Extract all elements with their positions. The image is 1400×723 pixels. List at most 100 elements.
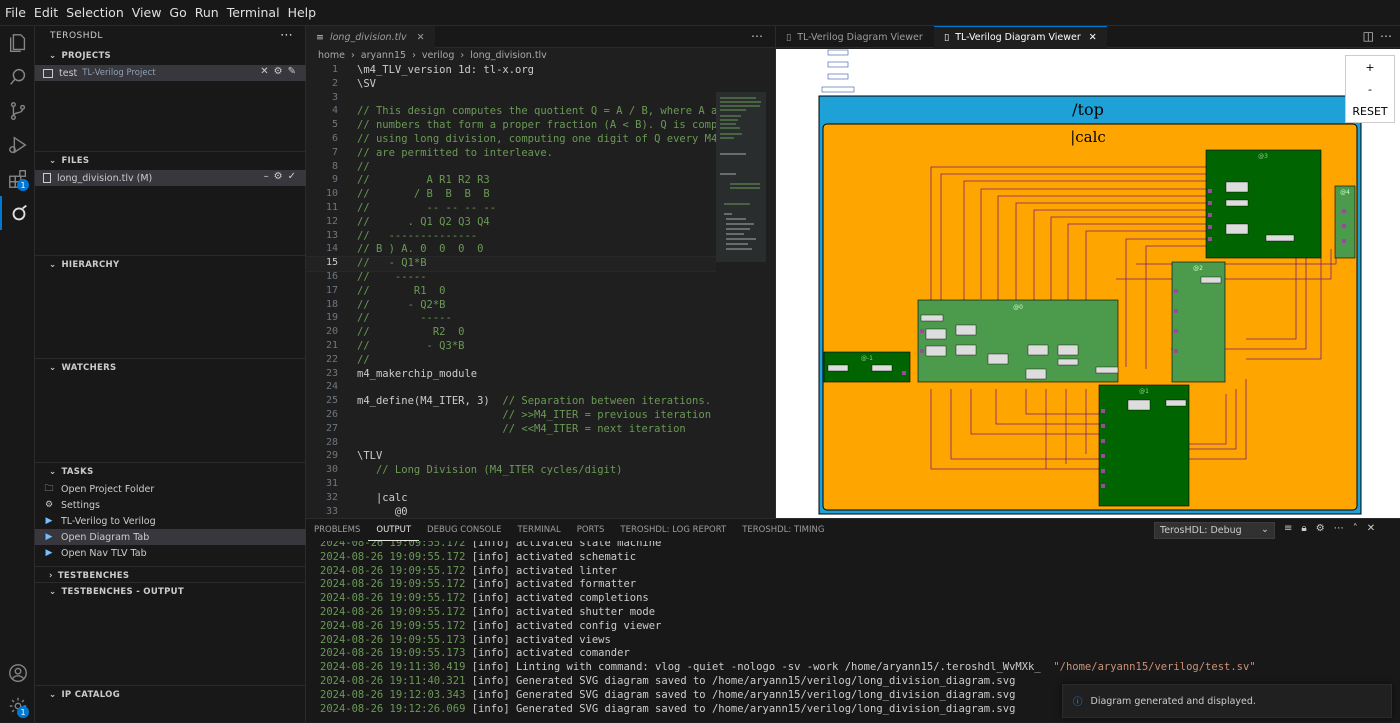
zoom-in-button[interactable]: + (1346, 56, 1394, 78)
log-line: 2024-08-26 19:09:55.173 [info] activated… (320, 634, 611, 648)
line-number: 9 (331, 174, 338, 186)
ip-catalog-header[interactable]: ⌄ IP CATALOG (35, 686, 306, 704)
panel-tab[interactable]: DEBUG CONSOLE (419, 519, 509, 541)
breadcrumb-item[interactable]: long_division.tlv (470, 50, 547, 61)
files-header[interactable]: ⌄ FILES (35, 152, 306, 170)
gear-icon[interactable]: ⚙ (274, 171, 283, 182)
viewer-more-icon[interactable]: ⋯ (1380, 29, 1392, 43)
diagram-canvas[interactable]: /top |calc @-1 @0 @1 @2 @3 @4 + - RESET (776, 49, 1400, 518)
close-icon[interactable]: ✕ (1089, 32, 1097, 43)
extensions-icon[interactable]: 1 (0, 162, 35, 196)
panel-tab[interactable]: PROBLEMS (306, 519, 368, 541)
gear-icon[interactable]: ⚙ (274, 66, 283, 77)
tasks-header[interactable]: ⌄ TASKS (35, 463, 306, 481)
svg-text:@1: @1 (1139, 388, 1149, 395)
menu-item[interactable]: View (131, 5, 169, 20)
log-line: 2024-08-26 19:11:30.419 [info] Linting w… (320, 661, 1256, 675)
menu-item[interactable]: Go (168, 5, 193, 20)
clear-output-icon[interactable]: ≡ (1284, 523, 1292, 534)
task-open-project-folder[interactable]: 🗀 Open Project Folder (35, 481, 306, 497)
panel-tab[interactable]: TEROSHDL: TIMING (734, 519, 832, 541)
breadcrumb-item[interactable]: verilog (422, 50, 455, 61)
task-tlverilog-to-verilog[interactable]: ▶ TL-Verilog to Verilog (35, 513, 306, 529)
reset-button[interactable]: RESET (1346, 100, 1394, 122)
manage-gear-icon[interactable]: 1 (0, 689, 35, 723)
line-number: 12 (325, 215, 338, 227)
run-debug-icon[interactable] (0, 128, 35, 162)
notification-toast[interactable]: ⓘ Diagram generated and displayed. (1062, 684, 1392, 718)
line-number: 25 (325, 395, 338, 407)
menu-item[interactable]: Terminal (226, 5, 287, 20)
line-number: 28 (325, 436, 338, 448)
close-panel-icon[interactable]: ✕ (1367, 523, 1375, 534)
line-code: // using long division, computing one di… (357, 133, 716, 145)
teroshdl-sidebar: TEROSHDL ⋯ ⌄ PROJECTS test TL-Verilog Pro… (35, 26, 306, 722)
log-message: [info] activated formatter (471, 578, 637, 591)
editor-more-icon[interactable]: ⋯ (751, 29, 763, 43)
line-number: 17 (325, 284, 338, 296)
line-code: // ----- (357, 271, 427, 283)
remove-icon[interactable]: – (264, 171, 269, 182)
code-line: 29 \TLV (306, 450, 716, 464)
svg-text:@-1: @-1 (861, 355, 873, 362)
lock-icon[interactable]: 🔒︎ (1301, 523, 1306, 534)
code-line: 28 (306, 437, 716, 451)
watchers-header[interactable]: ⌄ WATCHERS (35, 359, 306, 377)
search-icon[interactable] (0, 60, 35, 94)
hierarchy-header[interactable]: ⌄ HIERARCHY (35, 256, 306, 274)
edit-icon[interactable]: ✎ (288, 66, 296, 77)
log-line: 2024-08-26 19:09:55.172 [info] activated… (320, 592, 649, 606)
tab-diagram-viewer-1[interactable]: ▯ TL-Verilog Diagram Viewer (776, 26, 933, 48)
more-icon[interactable]: ⋯ (1334, 523, 1344, 534)
zoom-out-button[interactable]: - (1346, 78, 1394, 100)
menu-item[interactable]: Help (287, 5, 324, 20)
code-line: 19 // ----- (306, 312, 716, 326)
line-number: 27 (325, 422, 338, 434)
code-line: 1 \m4_TLV_version 1d: tl-x.org (306, 64, 716, 78)
projects-header[interactable]: ⌄ PROJECTS (35, 47, 306, 65)
line-number: 6 (331, 133, 338, 144)
testbenches-output-header[interactable]: ⌄ TESTBENCHES - OUTPUT (35, 583, 306, 601)
output-channel-select[interactable]: TerosHDL: Debug ⌄ (1154, 522, 1275, 539)
code-area[interactable]: 1 \m4_TLV_version 1d: tl-x.org 2 \SV 3 4 // Th… (306, 64, 716, 518)
close-icon[interactable]: ✕ (417, 32, 425, 43)
menu-item[interactable]: File (4, 5, 33, 20)
panel-tab[interactable]: TEROSHDL: LOG REPORT (612, 519, 734, 541)
split-editor-icon[interactable]: ◫ (1363, 29, 1374, 43)
minimap[interactable] (716, 64, 772, 518)
panel-tab[interactable]: OUTPUT (368, 519, 420, 541)
log-message: [info] Generated SVG diagram saved to /h… (471, 702, 1016, 715)
project-item[interactable]: test TL-Verilog Project ✕ ⚙ ✎ (35, 65, 306, 81)
code-line: 11 // -- -- -- -- (306, 202, 716, 216)
source-control-icon[interactable] (0, 94, 35, 128)
panel-tab[interactable]: TERMINAL (509, 519, 568, 541)
log-line: 2024-08-26 19:12:26.069 [info] Generated… (320, 703, 1015, 717)
teroshdl-icon[interactable] (0, 196, 35, 230)
menu-item[interactable]: Selection (65, 5, 131, 20)
breadcrumb-item[interactable]: home (318, 50, 345, 61)
task-open-nav-tlv-tab[interactable]: ▶ Open Nav TLV Tab (35, 545, 306, 561)
maximize-icon[interactable]: ˄ (1353, 523, 1358, 534)
task-open-diagram-tab[interactable]: ▶ Open Diagram Tab (35, 529, 306, 545)
menu-item[interactable]: Run (194, 5, 226, 20)
line-number: 2 (331, 77, 338, 89)
gear-icon[interactable]: ⚙ (1316, 523, 1325, 534)
line-text: // are permitted to interleave. (357, 147, 553, 159)
explorer-icon[interactable] (0, 26, 35, 60)
line-text: // ----- (357, 312, 452, 324)
code-line: 13 // -------------- (306, 230, 716, 244)
panel-tab[interactable]: PORTS (569, 519, 613, 541)
file-item[interactable]: long_division.tlv (M) – ⚙ ✓ (35, 170, 306, 186)
close-icon[interactable]: ✕ (260, 66, 268, 77)
log-timestamp: 2024-08-26 19:09:55.172 (320, 550, 466, 563)
code-line: 10 // / B B B B (306, 188, 716, 202)
breadcrumb-item[interactable]: aryann15 (361, 50, 406, 61)
task-settings[interactable]: ⚙ Settings (35, 497, 306, 513)
tab-long-division[interactable]: ≡ long_division.tlv ✕ (306, 26, 435, 48)
menu-item[interactable]: Edit (33, 5, 65, 20)
account-icon[interactable] (0, 656, 35, 690)
tab-diagram-viewer-2[interactable]: ▯ TL-Verilog Diagram Viewer ✕ (934, 26, 1107, 48)
sidebar-more-icon[interactable]: ⋯ (280, 28, 293, 43)
diagram-viewer-group: ▯ TL-Verilog Diagram Viewer ▯ TL-Verilog… (775, 26, 1400, 518)
check-icon[interactable]: ✓ (288, 171, 296, 182)
